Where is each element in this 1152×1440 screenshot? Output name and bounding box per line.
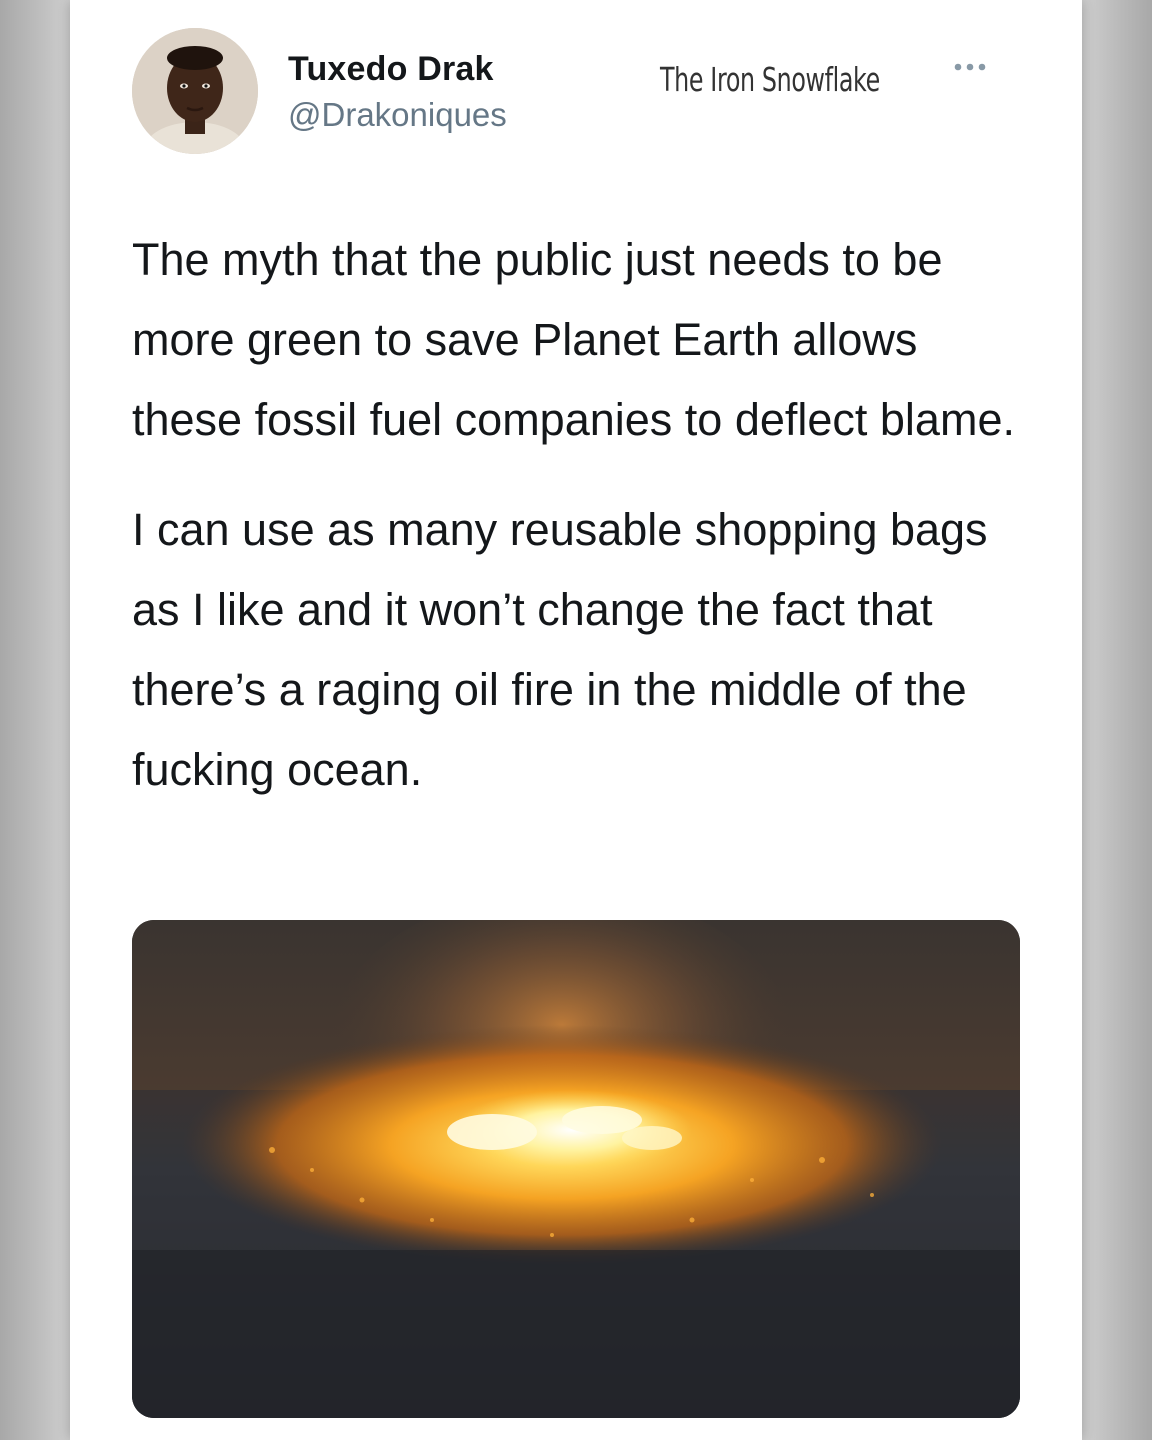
avatar[interactable] xyxy=(132,28,258,154)
ellipsis-icon[interactable] xyxy=(950,60,990,74)
ocean-fire-photo-icon xyxy=(132,920,1020,1418)
tweet-media-image[interactable] xyxy=(132,920,1020,1418)
author-handle[interactable]: @Drakoniques xyxy=(288,96,507,134)
author-display-name[interactable]: Tuxedo Drak xyxy=(288,50,494,89)
left-gray-border xyxy=(0,0,70,1440)
person-avatar-icon xyxy=(132,28,258,154)
tweet-card[interactable]: Tuxedo Drak @Drakoniques The Iron Snowfl… xyxy=(70,0,1082,1440)
watermark-text: The Iron Snowflake xyxy=(660,60,880,99)
right-gray-border xyxy=(1082,0,1152,1440)
tweet-paragraph-1: The myth that the public just needs to b… xyxy=(132,234,1015,445)
tweet-text: The myth that the public just needs to b… xyxy=(132,220,1032,810)
tweet-paragraph-2: I can use as many reusable shopping bags… xyxy=(132,504,988,795)
